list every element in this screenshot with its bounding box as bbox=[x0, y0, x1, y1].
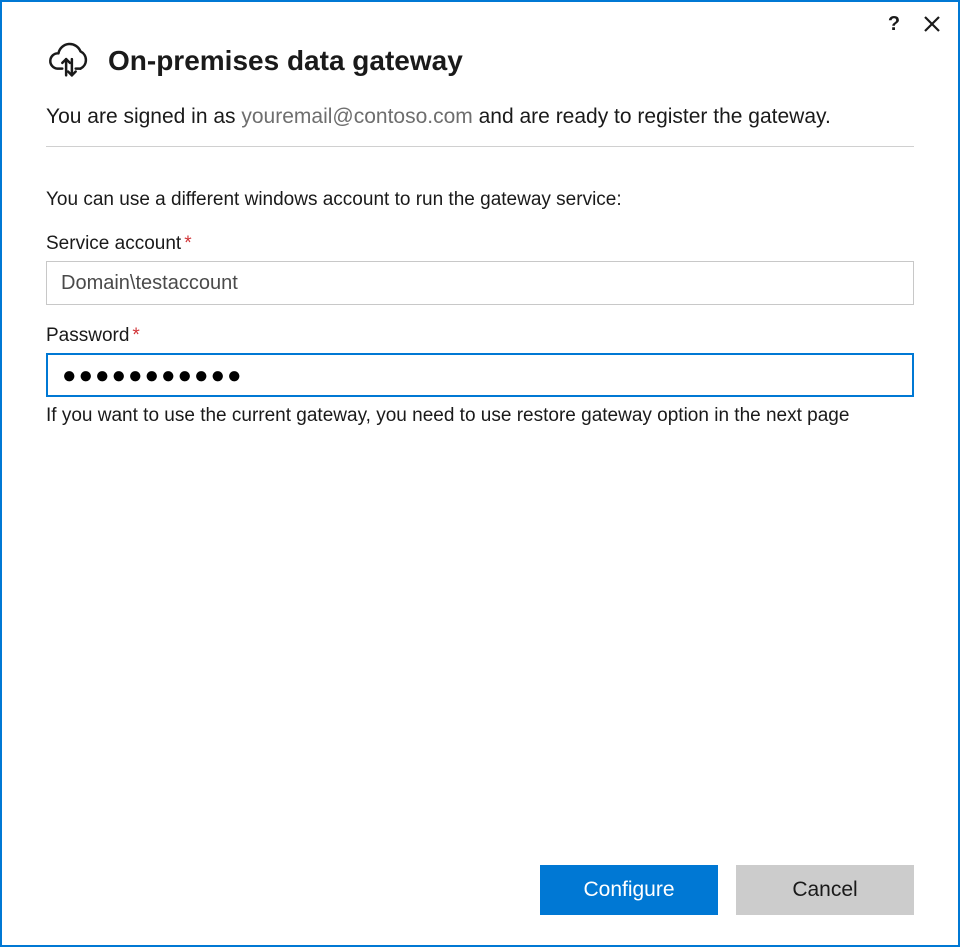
password-input[interactable]: ●●●●●●●●●●● bbox=[46, 353, 914, 397]
restore-hint: If you want to use the current gateway, … bbox=[46, 403, 914, 430]
main-content: On-premises data gateway You are signed … bbox=[2, 2, 958, 430]
service-account-label: Service account* bbox=[46, 233, 914, 255]
subtitle-prefix: You are signed in as bbox=[46, 105, 241, 128]
cancel-button[interactable]: Cancel bbox=[736, 865, 914, 915]
header-row: On-premises data gateway bbox=[46, 38, 914, 84]
signed-in-subtitle: You are signed in as youremail@contoso.c… bbox=[46, 102, 914, 132]
subtitle-email: youremail@contoso.com bbox=[241, 105, 472, 128]
close-icon[interactable] bbox=[922, 14, 942, 34]
password-label-text: Password bbox=[46, 325, 129, 346]
help-icon[interactable]: ? bbox=[884, 14, 904, 34]
page-title: On-premises data gateway bbox=[108, 45, 463, 77]
subtitle-suffix: and are ready to register the gateway. bbox=[473, 105, 831, 128]
required-indicator: * bbox=[184, 233, 191, 254]
required-indicator: * bbox=[132, 325, 139, 346]
service-account-input[interactable] bbox=[46, 261, 914, 305]
password-label: Password* bbox=[46, 325, 914, 347]
header-divider bbox=[46, 146, 914, 147]
footer-buttons: Configure Cancel bbox=[540, 865, 914, 915]
cloud-gateway-icon bbox=[46, 38, 92, 84]
instruction-text: You can use a different windows account … bbox=[46, 189, 914, 211]
service-account-label-text: Service account bbox=[46, 233, 181, 254]
titlebar-controls: ? bbox=[884, 14, 942, 34]
configure-button[interactable]: Configure bbox=[540, 865, 718, 915]
